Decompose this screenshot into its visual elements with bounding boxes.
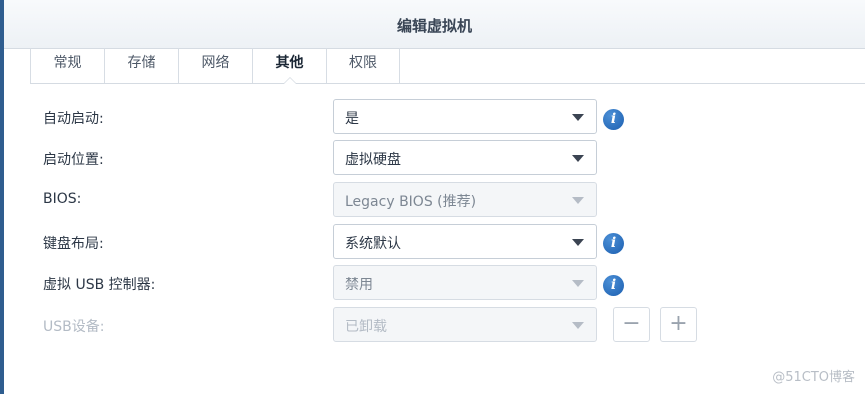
autostart-select[interactable]: 是: [333, 99, 597, 134]
tab-other-label: 其他: [275, 55, 304, 71]
chevron-down-icon: [572, 239, 584, 246]
boot-from-value: 虚拟硬盘: [345, 152, 401, 168]
watermark: @51CTO博客: [772, 370, 855, 385]
boot-from-label: 启动位置:: [43, 152, 104, 168]
info-icon[interactable]: i: [603, 233, 624, 254]
chevron-down-icon: [572, 114, 584, 121]
tab-general[interactable]: 常规: [30, 48, 104, 83]
remove-usb-device-button: −: [613, 307, 650, 342]
autostart-label: 自动启动:: [43, 111, 104, 127]
add-usb-device-button[interactable]: +: [660, 307, 697, 342]
chevron-down-icon: [572, 322, 584, 329]
edit-vm-dialog: 编辑虚拟机 常规 存储 网络 其他 权限 自动启动: 是 i 启动位置: 虚拟硬…: [0, 0, 865, 394]
info-icon[interactable]: i: [603, 109, 624, 130]
dialog-titlebar: 编辑虚拟机: [4, 0, 865, 49]
chevron-down-icon: [572, 280, 584, 287]
tab-bar: 常规 存储 网络 其他 权限: [30, 48, 865, 84]
usb-controller-select: 禁用: [333, 265, 597, 300]
bios-value: Legacy BIOS (推荐): [345, 194, 477, 210]
tab-permissions[interactable]: 权限: [326, 48, 400, 83]
window-left-edge: [0, 0, 4, 394]
boot-from-select[interactable]: 虚拟硬盘: [333, 140, 597, 175]
keyboard-layout-value: 系统默认: [345, 236, 401, 252]
usb-controller-label: 虚拟 USB 控制器:: [43, 277, 156, 293]
usb-device-label: USB设备:: [43, 319, 105, 335]
keyboard-layout-select[interactable]: 系统默认: [333, 224, 597, 259]
autostart-value: 是: [345, 111, 359, 127]
tab-storage[interactable]: 存储: [104, 48, 178, 83]
info-icon[interactable]: i: [603, 275, 624, 296]
chevron-down-icon: [572, 197, 584, 204]
usb-device-select: 已卸载: [333, 307, 597, 342]
tab-network[interactable]: 网络: [178, 48, 252, 83]
dialog-title: 编辑虚拟机: [396, 17, 472, 35]
usb-controller-value: 禁用: [345, 277, 373, 293]
bios-select: Legacy BIOS (推荐): [333, 182, 597, 217]
active-tab-indicator: [282, 77, 297, 84]
bios-label: BIOS:: [43, 191, 82, 207]
tab-other[interactable]: 其他: [252, 48, 326, 84]
chevron-down-icon: [572, 155, 584, 162]
keyboard-layout-label: 键盘布局:: [43, 236, 104, 252]
usb-device-value: 已卸载: [345, 319, 387, 335]
